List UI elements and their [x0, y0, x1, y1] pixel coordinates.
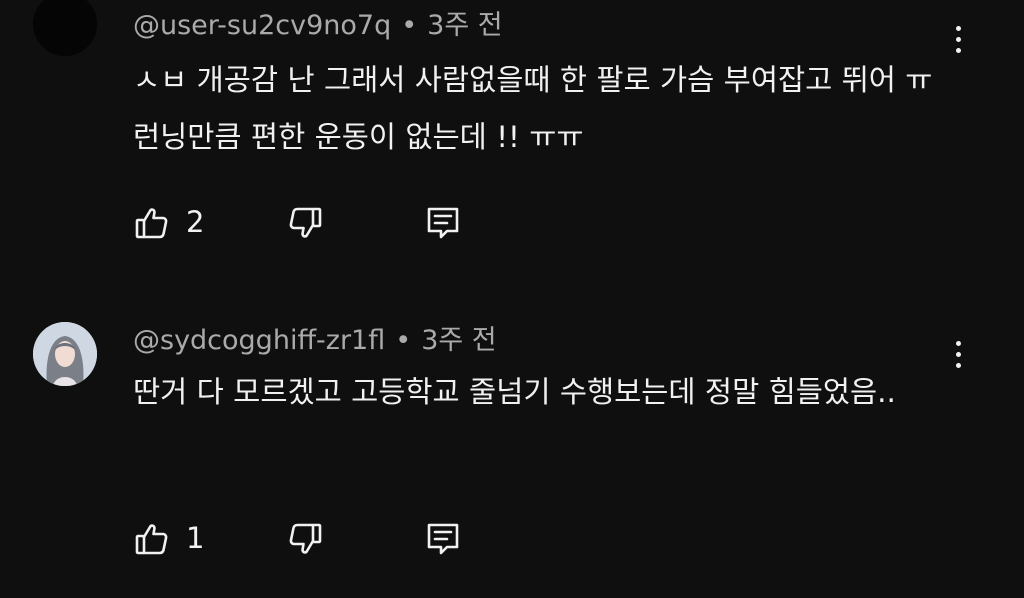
separator-dot: •	[401, 10, 418, 41]
like-button[interactable]	[134, 205, 170, 241]
avatar[interactable]	[33, 322, 97, 386]
comment-item: @user-su2cv9no7q • 3주 전 ㅅㅂ 개공감 난 그래서 사람없을때…	[0, 0, 1024, 300]
reply-comment-icon	[427, 523, 459, 555]
comment-text: 딴거 다 모르겠고 고등학교 줄넘기 수행보는데 정말 힘들었음..	[133, 375, 896, 409]
comment-header: @sydcogghiff-zr1fl • 3주 전	[133, 324, 497, 358]
comment-actions: 2	[0, 198, 1024, 246]
avatar[interactable]	[33, 0, 97, 56]
comment-actions: 1	[0, 514, 1024, 562]
reply-button[interactable]	[425, 205, 461, 241]
comment-time[interactable]: 3주 전	[427, 10, 502, 41]
thumbs-down-icon	[289, 523, 322, 554]
like-count: 2	[186, 205, 205, 239]
thumbs-up-icon	[135, 524, 168, 555]
comment-text: ㅅㅂ 개공감 난 그래서 사람없을때 한 팔로 가슴 부여잡고 뛰어 ㅠ 런닝만…	[133, 63, 942, 154]
avatar-woman-image	[33, 322, 97, 386]
thumbs-up-icon	[135, 208, 168, 239]
comment-author[interactable]: @user-su2cv9no7q	[133, 10, 391, 41]
thumbs-down-icon	[289, 207, 322, 238]
dislike-button[interactable]	[287, 205, 323, 241]
dislike-button[interactable]	[287, 521, 323, 557]
comment-author[interactable]: @sydcogghiff-zr1fl	[133, 325, 385, 356]
comment-header: @user-su2cv9no7q • 3주 전	[133, 9, 503, 43]
separator-dot: •	[395, 325, 412, 356]
like-count: 1	[186, 521, 205, 555]
comment-time[interactable]: 3주 전	[421, 325, 496, 356]
reply-button[interactable]	[425, 521, 461, 557]
like-button[interactable]	[134, 521, 170, 557]
reply-comment-icon	[427, 207, 459, 239]
